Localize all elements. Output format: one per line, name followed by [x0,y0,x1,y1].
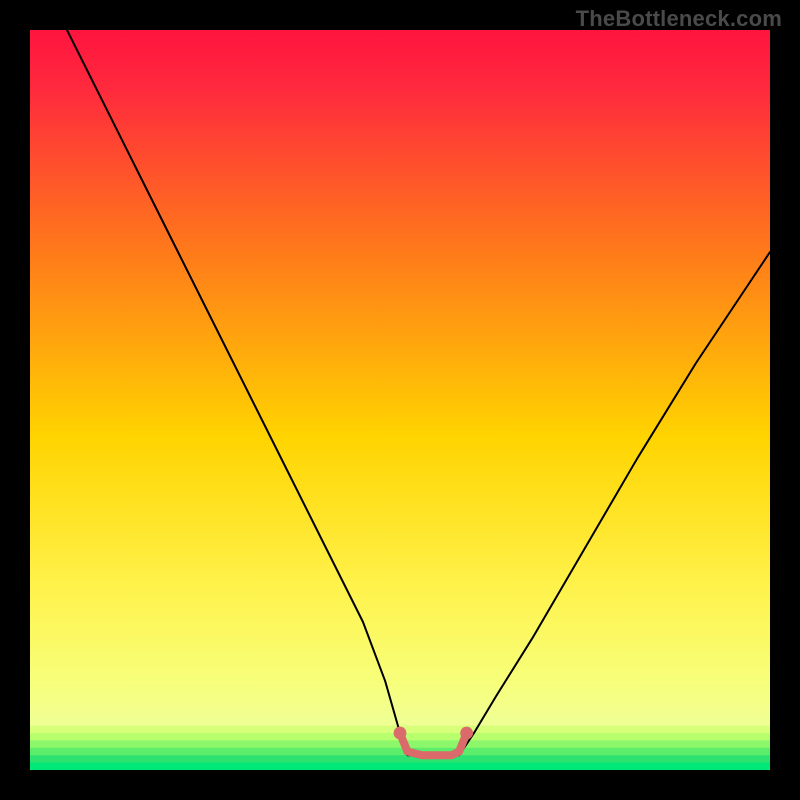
watermark-text: TheBottleneck.com [576,6,782,32]
plot-area [30,30,770,770]
chart-frame: TheBottleneck.com [0,0,800,800]
chart-svg [30,30,770,770]
